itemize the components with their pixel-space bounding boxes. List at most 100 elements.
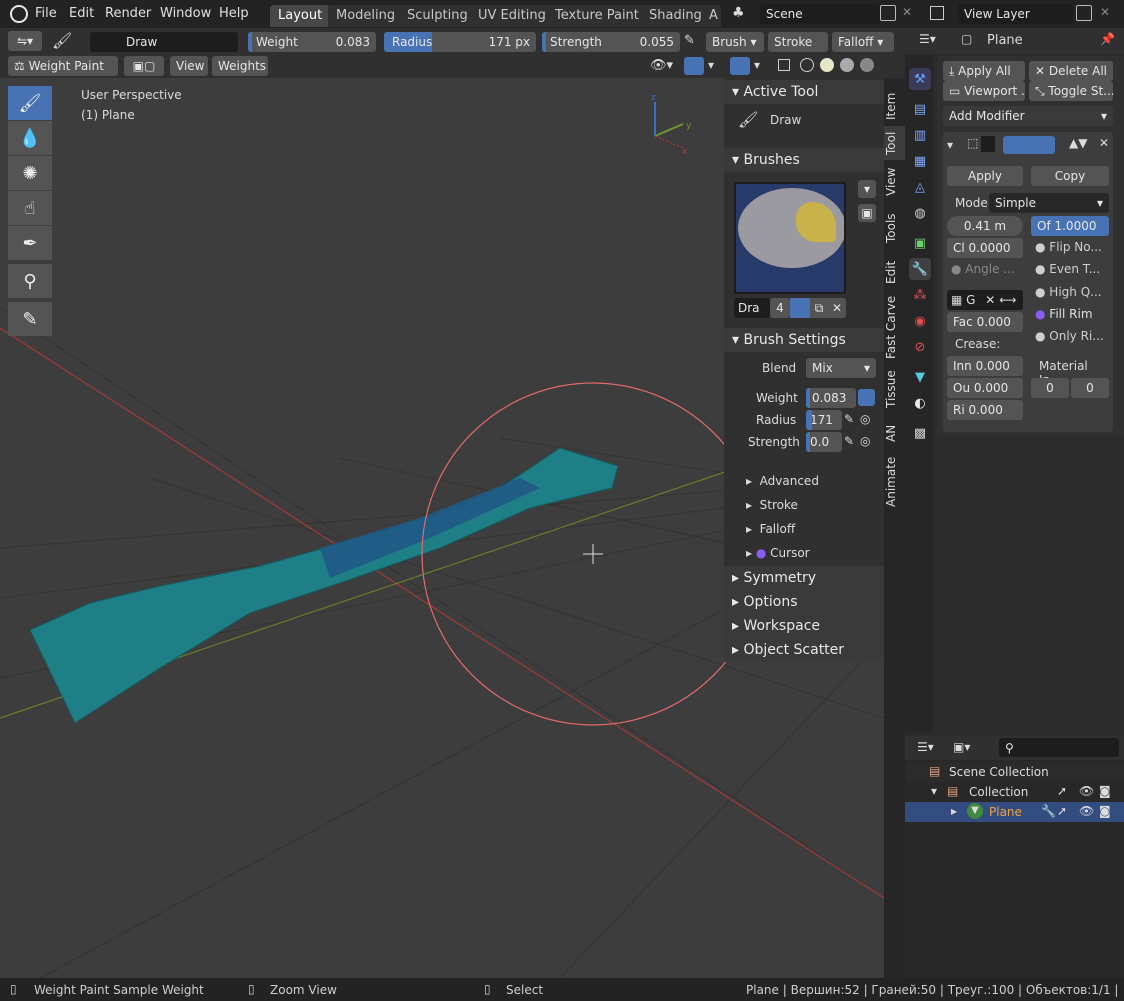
- outliner-row-collection[interactable]: ▾ ▤ Collection ➚ 👁 ◙: [905, 782, 1124, 802]
- outliner-search-input[interactable]: ⚲: [999, 738, 1119, 757]
- collection-camera-icon[interactable]: ◙: [1099, 784, 1111, 798]
- blend-dropdown[interactable]: Mix ▾: [806, 358, 876, 378]
- plane-camera-icon[interactable]: ◙: [1099, 804, 1111, 818]
- move-modifier-icon[interactable]: ▲▼: [1069, 136, 1087, 150]
- tab-item[interactable]: Item: [884, 88, 905, 124]
- tab-animate[interactable]: Animate: [884, 454, 905, 510]
- material-props-icon[interactable]: ◐: [909, 392, 931, 414]
- editor-type-icon[interactable]: ☰▾: [919, 32, 936, 46]
- tool-settings-icon[interactable]: ⇋▾: [8, 31, 42, 51]
- average-tool-icon[interactable]: ✺: [8, 156, 52, 190]
- gizmo-toggle-icon[interactable]: [684, 57, 704, 75]
- modifier-name-field[interactable]: [981, 136, 995, 152]
- solid-shading-icon[interactable]: [820, 58, 834, 72]
- workspace-header[interactable]: ▸ Workspace: [724, 614, 884, 638]
- factor-field[interactable]: Fac 0.000: [947, 312, 1023, 332]
- object-props-icon[interactable]: ▣: [909, 232, 931, 254]
- outliner-row-scene-collection[interactable]: ▤ Scene Collection: [905, 762, 1124, 782]
- strength-slider[interactable]: Strength 0.055: [542, 32, 680, 52]
- brush-menu[interactable]: Brush ▾: [706, 32, 764, 52]
- tab-animation[interactable]: A: [705, 5, 721, 27]
- tab-shading[interactable]: Shading: [641, 5, 710, 27]
- apply-all-button[interactable]: ⤓ Apply All: [943, 61, 1025, 81]
- delete-all-button[interactable]: ✕ Delete All: [1029, 61, 1113, 81]
- active-tool-header[interactable]: ▾ Active Tool: [724, 80, 884, 104]
- particles-props-icon[interactable]: ⁂: [909, 284, 931, 306]
- brush-name-field[interactable]: Draw: [120, 32, 238, 52]
- scene-icon[interactable]: ♣: [732, 5, 745, 21]
- tab-uv-editing[interactable]: UV Editing: [470, 5, 554, 27]
- plane-select-icon[interactable]: ➚: [1057, 804, 1067, 818]
- offset-field[interactable]: Of 1.0000: [1031, 216, 1109, 236]
- tab-layout[interactable]: Layout: [270, 5, 331, 27]
- tool-props-icon[interactable]: ⚒: [909, 68, 931, 90]
- tab-edit[interactable]: Edit: [884, 254, 905, 290]
- strength-field[interactable]: 0.0: [806, 432, 842, 452]
- menu-help[interactable]: Help: [219, 6, 249, 21]
- options-header[interactable]: ▸ Options: [724, 590, 884, 614]
- plane-eye-icon[interactable]: 👁: [1079, 804, 1094, 818]
- outliner-row-plane[interactable]: ▸ ▼ Plane 🔧 ➚ 👁 ◙: [905, 802, 1124, 822]
- even-thickness-checkbox[interactable]: ● Even T...: [1035, 262, 1100, 276]
- stroke-subpanel[interactable]: ▸ Stroke: [746, 498, 798, 512]
- mode-selector[interactable]: ⚖ Weight Paint ▾: [8, 56, 118, 93]
- world-props-icon[interactable]: ◍: [909, 202, 931, 224]
- material-offset-field[interactable]: 0: [1031, 378, 1069, 398]
- falloff-subpanel[interactable]: ▸ Falloff: [746, 522, 795, 536]
- add-modifier-dropdown[interactable]: Add Modifier ▾: [943, 106, 1113, 126]
- collection-eye-icon[interactable]: 👁: [1079, 784, 1094, 798]
- brush-menu-dropdown-icon[interactable]: ▾: [858, 180, 876, 198]
- display-mode-icon[interactable]: ▣▾: [953, 740, 970, 754]
- pressure-icon[interactable]: ✎: [684, 33, 695, 48]
- material-shading-icon[interactable]: [840, 58, 854, 72]
- strength-pressure-icon[interactable]: ✎: [844, 434, 854, 448]
- gradient-tool-icon[interactable]: ✒: [8, 226, 52, 260]
- remove-modifier-icon[interactable]: ✕: [1099, 136, 1109, 150]
- modifier-props-icon[interactable]: 🔧: [909, 258, 931, 280]
- menu-file[interactable]: File: [35, 6, 57, 21]
- unlink-brush-icon[interactable]: ✕: [828, 298, 846, 318]
- tab-view[interactable]: View: [884, 164, 905, 200]
- expand-collection-icon[interactable]: ▾: [931, 784, 937, 798]
- sample-weight-tool-icon[interactable]: ⚲: [8, 264, 52, 298]
- invert-vgroup-icon[interactable]: ⟷: [999, 293, 1016, 307]
- outliner-editor-icon[interactable]: ☰▾: [917, 740, 934, 754]
- symmetry-header[interactable]: ▸ Symmetry: [724, 566, 884, 590]
- high-quality-checkbox[interactable]: ● High Q...: [1035, 285, 1102, 299]
- blender-logo-icon[interactable]: [10, 5, 28, 23]
- output-props-icon[interactable]: ▥: [909, 124, 931, 146]
- pin-icon[interactable]: 📌: [1100, 32, 1115, 46]
- angle-checkbox[interactable]: ● Angle ...: [951, 262, 1015, 276]
- view-menu[interactable]: View: [170, 56, 208, 76]
- copy-scene-icon[interactable]: [880, 5, 896, 21]
- rendered-shading-icon[interactable]: [860, 58, 874, 72]
- view-layer-icon[interactable]: [930, 6, 944, 20]
- advanced-subpanel[interactable]: ▸ Advanced: [746, 474, 819, 488]
- wireframe-shading-icon[interactable]: [800, 58, 814, 72]
- material-rim-offset-field[interactable]: 0: [1071, 378, 1109, 398]
- menu-edit[interactable]: Edit: [69, 6, 94, 21]
- modifier-visibility-toggles[interactable]: [1003, 136, 1055, 154]
- annotate-tool-icon[interactable]: ✎: [8, 302, 52, 336]
- only-rim-checkbox[interactable]: ● Only Ri...: [1035, 329, 1104, 343]
- tab-tools[interactable]: Tools: [884, 206, 905, 250]
- scene-props-icon[interactable]: ◬: [909, 176, 931, 198]
- fill-rim-checkbox[interactable]: ● Fill Rim: [1035, 307, 1093, 321]
- texture-props-icon[interactable]: ▩: [909, 422, 931, 444]
- falloff-menu[interactable]: Falloff ▾: [832, 32, 894, 52]
- tab-tool[interactable]: Tool: [884, 126, 905, 160]
- copy-view-layer-icon[interactable]: [1076, 5, 1092, 21]
- brushes-header[interactable]: ▾ Brushes: [724, 148, 884, 172]
- render-props-icon[interactable]: ▤: [909, 98, 931, 120]
- unified-strength-globe-icon[interactable]: ◎: [860, 434, 870, 448]
- inner-crease-field[interactable]: Inn 0.000: [947, 356, 1023, 376]
- data-props-icon[interactable]: ▼: [909, 366, 931, 388]
- clear-vgroup-icon[interactable]: ✕: [985, 293, 995, 307]
- xray-toggle-icon[interactable]: [778, 59, 790, 71]
- radius-slider[interactable]: Radius 171 px: [384, 32, 536, 52]
- fake-user-shield-icon[interactable]: [790, 298, 810, 318]
- blur-tool-icon[interactable]: 💧: [8, 121, 52, 155]
- collection-select-icon[interactable]: ➚: [1057, 784, 1067, 798]
- object-scatter-header[interactable]: ▸ Object Scatter: [724, 638, 884, 662]
- stroke-menu[interactable]: Stroke ▾: [768, 32, 828, 69]
